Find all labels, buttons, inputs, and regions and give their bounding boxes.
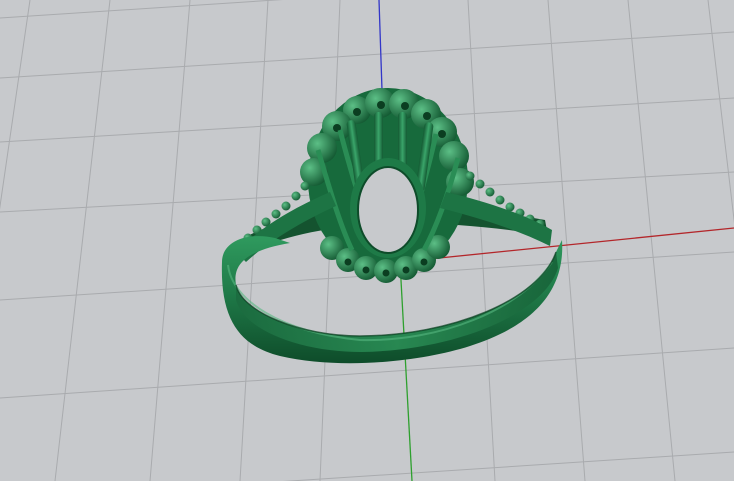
center-stone-seat <box>350 158 426 258</box>
3d-viewport[interactable] <box>0 0 734 481</box>
viewport-canvas[interactable] <box>0 0 734 481</box>
ring-model[interactable] <box>221 88 563 364</box>
y-axis-line <box>399 261 413 481</box>
